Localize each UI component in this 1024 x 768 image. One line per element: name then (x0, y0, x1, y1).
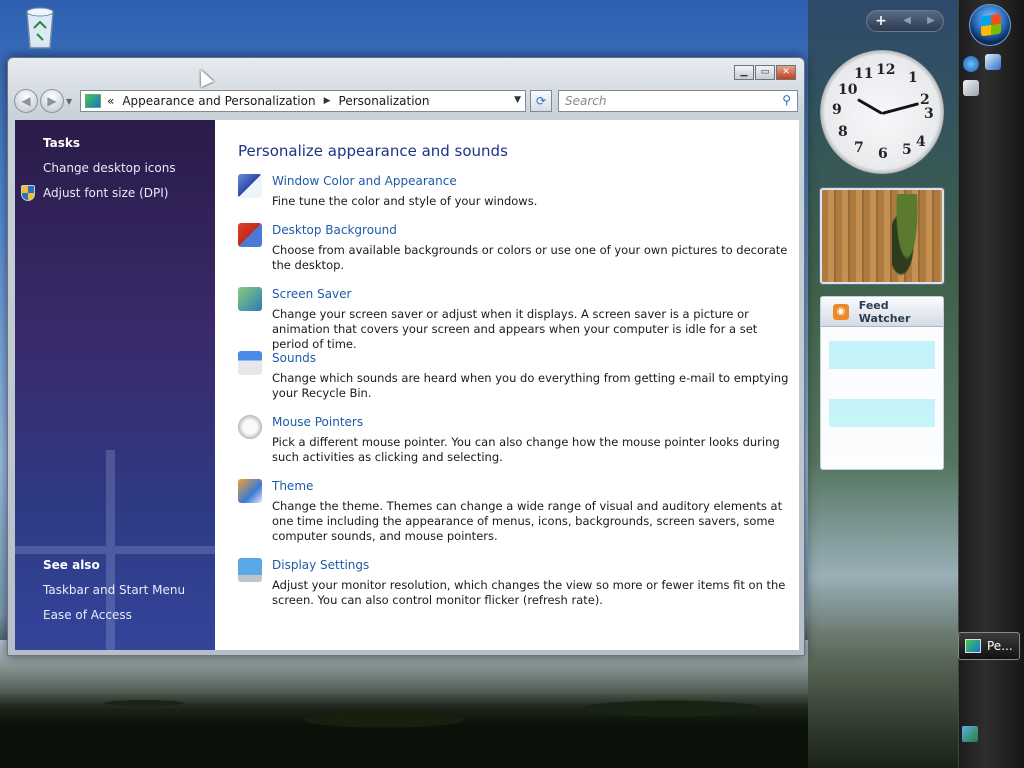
screen-saver-link[interactable]: Screen Saver (272, 287, 351, 301)
breadcrumb-overflow[interactable]: « (107, 94, 114, 108)
address-bar[interactable]: « Appearance and Personalization ▶ Perso… (80, 90, 526, 112)
refresh-button[interactable]: ⟳ (530, 90, 552, 112)
recycle-bin-icon[interactable] (22, 4, 58, 50)
desktop-background-icon (238, 223, 262, 247)
minimize-button[interactable]: ▁ (734, 65, 754, 80)
mouse-pointers-link[interactable]: Mouse Pointers (272, 415, 363, 429)
clock-gadget[interactable]: 12 1 2 3 4 5 6 7 8 9 10 11 (820, 50, 944, 174)
caption-buttons: ▁ ▭ ✕ (733, 65, 796, 80)
clock-number: 12 (876, 62, 896, 78)
feed-title: Feed Watcher (858, 298, 911, 325)
content-pane: Personalize appearance and sounds Window… (215, 120, 799, 650)
page-title: Personalize appearance and sounds (238, 142, 508, 160)
windows-flag-icon (981, 13, 1001, 37)
control-panel-icon (965, 639, 981, 653)
back-button[interactable]: ◀ (14, 89, 38, 113)
search-input[interactable]: Search ⚲ (558, 90, 798, 112)
window-titlebar[interactable]: ▁ ▭ ✕ (8, 58, 804, 88)
internet-explorer-icon[interactable] (963, 56, 979, 72)
maximize-button[interactable]: ▭ (755, 65, 775, 80)
uac-shield-icon (21, 185, 35, 201)
option-description: Change the theme. Themes can change a wi… (272, 499, 783, 543)
clock-number: 9 (832, 102, 842, 118)
windows-sidebar: + ◀ ▶ 12 1 2 3 4 5 6 7 8 9 10 11 ◉ Feed … (808, 0, 958, 768)
recent-pages-dropdown[interactable]: ▼ (66, 97, 76, 106)
sounds-link[interactable]: Sounds (272, 351, 316, 365)
adjust-font-size-link[interactable]: Adjust font size (DPI) (43, 186, 168, 200)
clock-number: 8 (838, 124, 848, 140)
minute-hand (881, 102, 920, 115)
network-tray-icon[interactable] (962, 726, 978, 742)
rss-icon: ◉ (833, 303, 849, 320)
control-panel-icon (85, 94, 101, 108)
option-description: Adjust your monitor resolution, which ch… (272, 578, 786, 607)
search-icon[interactable]: ⚲ (782, 93, 791, 107)
display-settings-icon (238, 558, 262, 582)
feed-item[interactable] (829, 399, 935, 427)
change-desktop-icons-link[interactable]: Change desktop icons (43, 161, 176, 175)
ease-of-access-link[interactable]: Ease of Access (43, 608, 132, 622)
clock-number: 6 (878, 146, 888, 162)
option-description: Change which sounds are heard when you d… (272, 371, 789, 400)
window-color-link[interactable]: Window Color and Appearance (272, 174, 457, 188)
display-settings-link[interactable]: Display Settings (272, 558, 369, 572)
taskbar-button-personalization[interactable]: Pe... (958, 632, 1020, 660)
clock-number: 4 (916, 134, 926, 150)
task-pane: Tasks Change desktop icons Adjust font s… (15, 120, 215, 650)
next-page-button[interactable]: ▶ (919, 11, 943, 31)
option-description: Fine tune the color and style of your wi… (272, 194, 538, 208)
taskbar-start-menu-link[interactable]: Taskbar and Start Menu (43, 583, 185, 597)
taskbar-button-label: Pe... (987, 639, 1013, 653)
clock-number: 5 (902, 142, 912, 158)
breadcrumb-personalization[interactable]: Personalization (339, 94, 430, 108)
option-description: Pick a different mouse pointer. You can … (272, 435, 780, 464)
hour-hand (857, 98, 883, 115)
tasks-heading: Tasks (43, 136, 81, 150)
start-button[interactable] (969, 4, 1011, 46)
address-dropdown-icon[interactable]: ▼ (514, 95, 521, 105)
search-placeholder: Search (565, 94, 607, 108)
feed-watcher-gadget[interactable]: ◉ Feed Watcher (820, 296, 944, 470)
feed-item[interactable] (829, 341, 935, 369)
sidebar-toolbar: + ◀ ▶ (866, 10, 944, 32)
screen-saver-icon (238, 287, 262, 311)
window-color-icon (238, 174, 262, 198)
feed-header: ◉ Feed Watcher (821, 297, 943, 327)
forward-button[interactable]: ▶ (40, 89, 64, 113)
slideshow-gadget[interactable] (820, 188, 944, 284)
personalization-window: ▁ ▭ ✕ ◀ ▶ ▼ « Appearance and Personaliza… (7, 57, 805, 656)
navigation-bar: ◀ ▶ ▼ « Appearance and Personalization ▶… (14, 86, 798, 116)
breadcrumb-separator[interactable]: ▶ (324, 96, 331, 106)
breadcrumb-appearance[interactable]: Appearance and Personalization (122, 94, 315, 108)
see-also-heading: See also (43, 558, 100, 572)
previous-page-button[interactable]: ◀ (895, 11, 919, 31)
bamboo-picture (892, 194, 922, 278)
close-button[interactable]: ✕ (776, 65, 796, 80)
theme-link[interactable]: Theme (272, 479, 313, 493)
clock-number: 11 (854, 66, 874, 82)
option-description: Change your screen saver or adjust when … (272, 307, 758, 351)
switch-windows-icon[interactable] (985, 54, 1001, 70)
desktop-background-link[interactable]: Desktop Background (272, 223, 397, 237)
clock-number: 1 (908, 70, 918, 86)
show-desktop-icon[interactable] (963, 80, 979, 96)
clock-number: 7 (854, 140, 864, 156)
theme-icon (238, 479, 262, 503)
clock-number: 10 (838, 82, 858, 98)
add-gadget-button[interactable]: + (867, 11, 895, 31)
option-description: Choose from available backgrounds or col… (272, 243, 788, 272)
clock-number: 3 (924, 106, 934, 122)
sounds-icon (238, 351, 262, 375)
mouse-pointers-icon (238, 415, 262, 439)
